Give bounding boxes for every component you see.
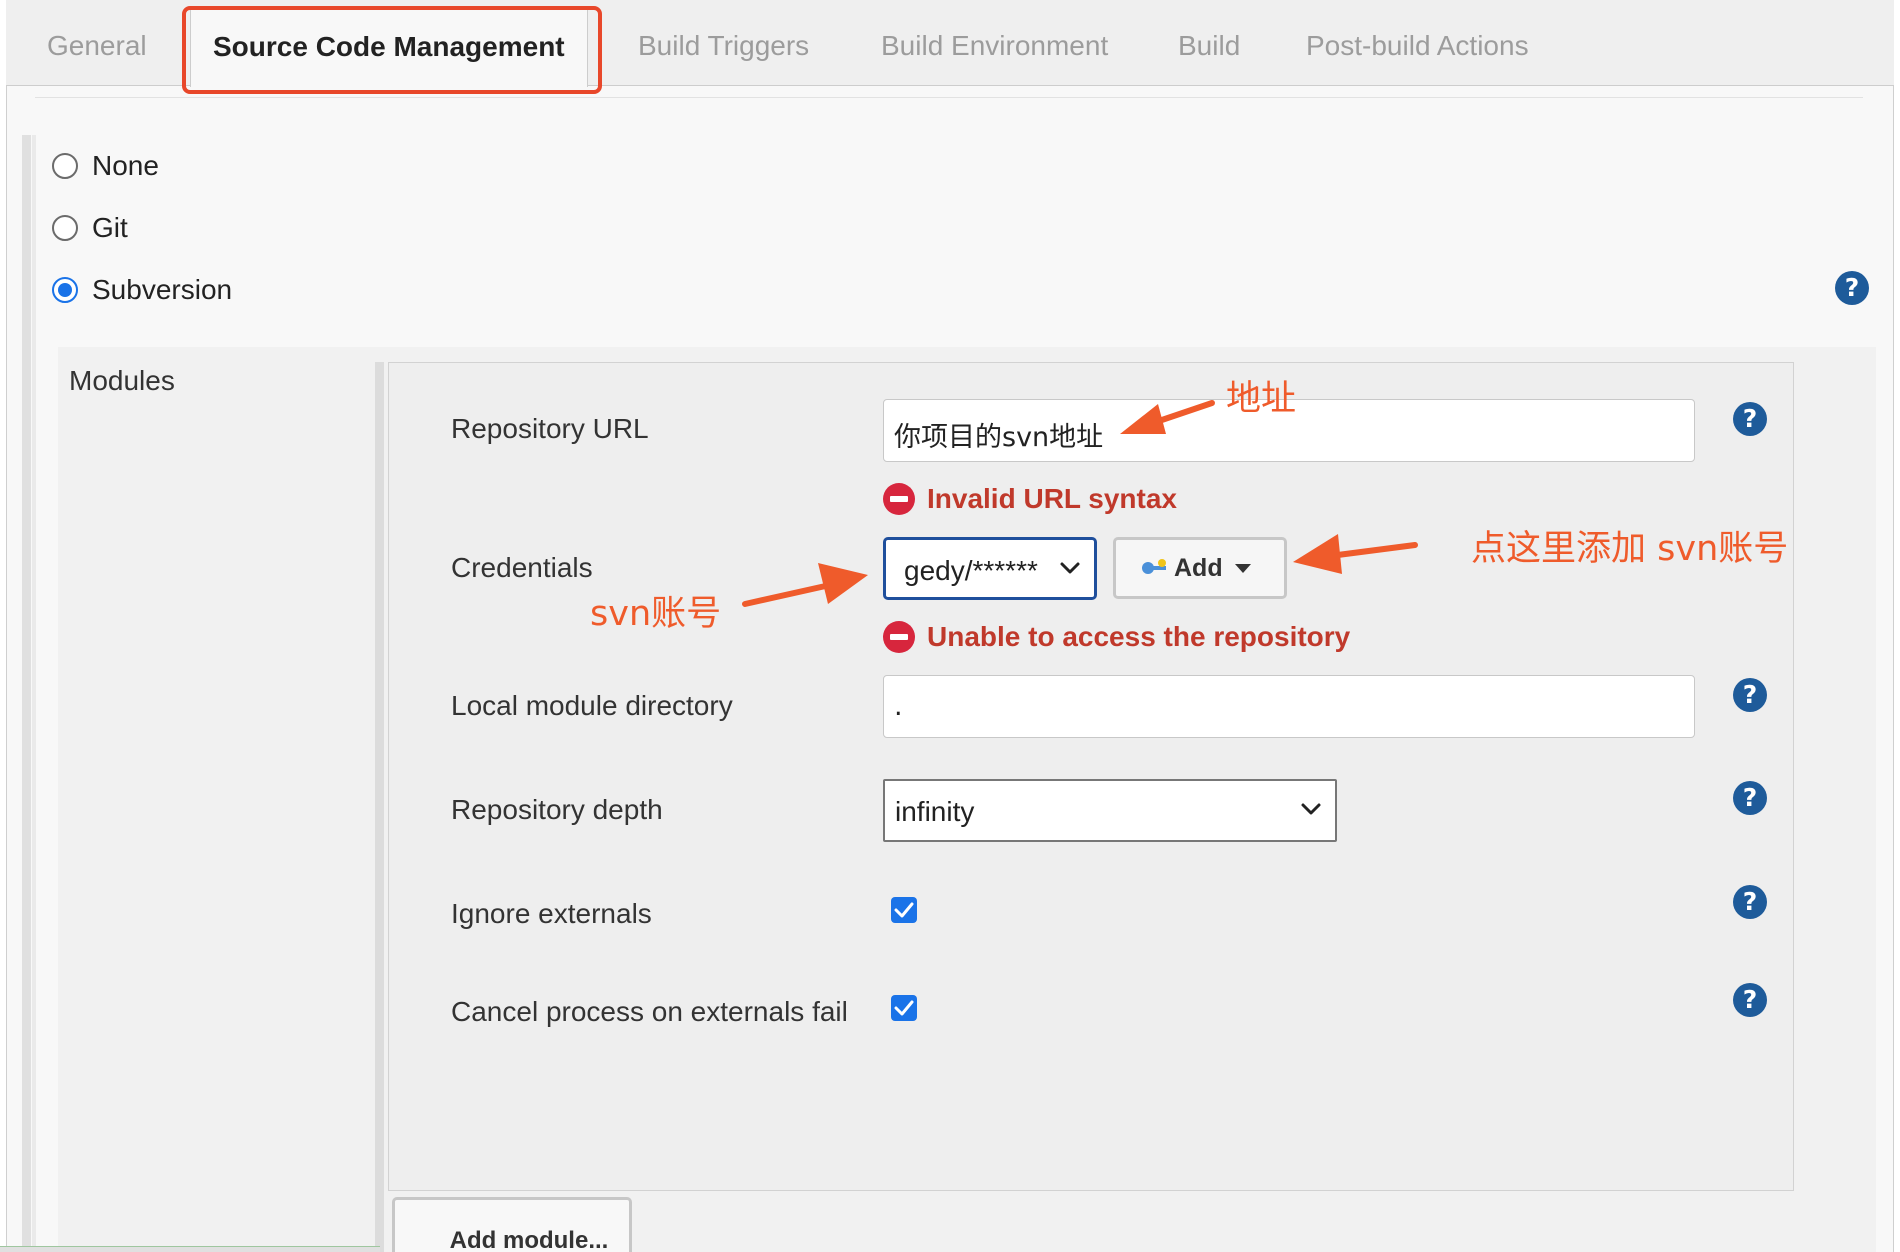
add-label: Add xyxy=(1174,553,1223,582)
cancel-process-checkbox[interactable] xyxy=(891,995,917,1021)
annotation-svn-account: svn账号 xyxy=(590,594,722,634)
ignore-externals-checkbox[interactable] xyxy=(891,897,917,923)
module-gutter xyxy=(375,362,384,1252)
scm-option-none[interactable]: None xyxy=(52,150,159,182)
repository-depth-label: Repository depth xyxy=(451,794,663,825)
question-circle-icon[interactable]: ? xyxy=(1733,885,1767,919)
question-circle-icon[interactable]: ? xyxy=(1733,402,1767,436)
add-credentials-button[interactable]: Add xyxy=(1113,537,1287,599)
checkmark-icon xyxy=(894,1000,914,1016)
checkmark-icon xyxy=(894,902,914,918)
caret-down-icon xyxy=(1234,563,1251,573)
radio-git[interactable] xyxy=(52,215,78,241)
local-module-directory-label: Local module directory xyxy=(451,690,733,721)
credentials-label: Credentials xyxy=(451,552,593,583)
question-circle-icon[interactable]: ? xyxy=(1835,271,1869,305)
modules-label: Modules xyxy=(69,365,175,396)
chevron-down-icon xyxy=(1301,803,1321,815)
section-gutter xyxy=(22,135,31,1252)
bottom-bar xyxy=(0,1246,380,1252)
credentials-error-message: Unable to access the repository xyxy=(883,621,1350,653)
tab-source-code-management[interactable]: Source Code Management xyxy=(190,8,588,87)
question-circle-icon[interactable]: ? xyxy=(1733,781,1767,815)
section-divider xyxy=(35,97,1863,98)
credentials-value: gedy/****** xyxy=(904,555,1038,586)
tab-general[interactable]: General xyxy=(47,30,147,62)
repository-depth-value: infinity xyxy=(895,796,975,827)
annotation-click-add: 点这里添加 svn账号 xyxy=(1471,529,1789,569)
chevron-down-icon xyxy=(1060,562,1080,574)
annotation-address: 地址 xyxy=(1226,379,1297,419)
minus-circle-icon xyxy=(883,483,915,515)
ignore-externals-label: Ignore externals xyxy=(451,898,652,929)
question-circle-icon[interactable]: ? xyxy=(1733,678,1767,712)
url-error-message: Invalid URL syntax xyxy=(883,483,1177,515)
cancel-process-label: Cancel process on externals fail xyxy=(451,996,848,1027)
radio-none[interactable] xyxy=(52,153,78,179)
section-gutter-inner xyxy=(32,135,36,1252)
minus-circle-icon xyxy=(883,621,915,653)
key-icon xyxy=(1142,559,1166,574)
credentials-error-text: Unable to access the repository xyxy=(927,621,1351,652)
scm-option-git[interactable]: Git xyxy=(52,212,128,244)
radio-subversion[interactable] xyxy=(52,277,78,303)
tab-build-triggers[interactable]: Build Triggers xyxy=(638,30,809,62)
url-error-text: Invalid URL syntax xyxy=(927,483,1178,514)
tab-build-environment[interactable]: Build Environment xyxy=(881,30,1108,62)
scm-option-label: Subversion xyxy=(92,274,233,305)
local-module-directory-input[interactable]: . xyxy=(883,675,1695,738)
question-circle-icon[interactable]: ? xyxy=(1733,983,1767,1017)
config-tab-bar: General Source Code Management Build Tri… xyxy=(6,0,1894,87)
tab-build[interactable]: Build xyxy=(1178,30,1240,62)
tab-post-build-actions[interactable]: Post-build Actions xyxy=(1306,30,1529,62)
repository-depth-select[interactable]: infinity xyxy=(883,779,1337,842)
scm-option-label: Git xyxy=(92,212,128,243)
credentials-select[interactable]: gedy/****** xyxy=(883,537,1097,600)
scm-option-label: None xyxy=(92,150,159,181)
add-module-button[interactable]: Add module... xyxy=(392,1197,632,1252)
repository-url-label: Repository URL xyxy=(451,413,649,444)
scm-option-subversion[interactable]: Subversion xyxy=(52,274,232,306)
